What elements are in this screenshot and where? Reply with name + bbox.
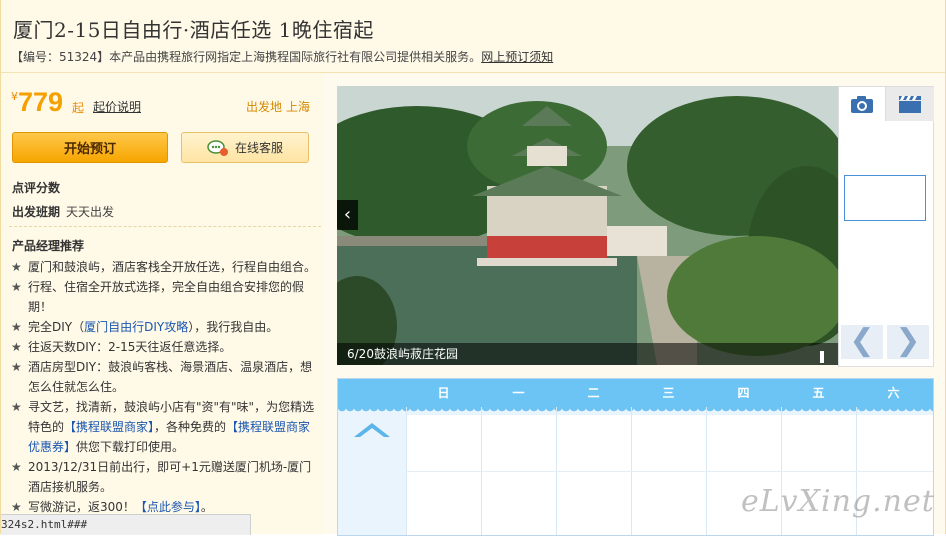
photo-prev-button[interactable]: ‹ bbox=[337, 200, 358, 230]
tab-photos[interactable] bbox=[839, 87, 885, 121]
list-item: ★ 行程、住宿全开放式选择，完全自由组合安排您的假期！ bbox=[11, 277, 317, 317]
weekday-tue: 二 bbox=[587, 386, 600, 400]
recommendation-text: 2013/12/31日前出行，即可+1元赠送厦门机场-厦门酒店接机服务。 bbox=[28, 460, 312, 494]
weekday-sat: 六 bbox=[887, 386, 900, 400]
tab-videos[interactable] bbox=[885, 87, 934, 121]
list-item: ★ 寻文艺，找清新，鼓浪屿小店有"资"有"味"，为您精选特色的【携程联盟商家】，各… bbox=[11, 397, 317, 457]
start-booking-button[interactable]: 开始预订 bbox=[12, 132, 168, 163]
online-service-label: 在线客服 bbox=[234, 141, 283, 155]
main-photo[interactable]: ‹ 6/20鼓浪屿菽庄花园 bbox=[337, 86, 838, 365]
recommendation-text: 行程、住宿全开放式选择，完全自由组合安排您的假期！ bbox=[28, 280, 305, 314]
rating-row: 点评分数 bbox=[12, 179, 60, 196]
star-icon: ★ bbox=[11, 340, 22, 354]
departure-period-row: 出发班期 天天出发 bbox=[12, 203, 114, 220]
page-title: 厦门2-15日自由行·酒店任选 1晚住宿起 bbox=[13, 18, 374, 42]
weekday-wed: 三 bbox=[662, 386, 675, 400]
calendar-row-line bbox=[406, 471, 933, 472]
departure-label: 出发地 bbox=[246, 100, 283, 114]
online-service-button[interactable]: 在线客服 bbox=[181, 132, 309, 163]
list-item: ★ 完全DIY（厦门自由行DIY攻略），我行我自由。 bbox=[11, 317, 317, 337]
rating-label: 点评分数 bbox=[12, 181, 61, 195]
weekday-sun: 日 bbox=[437, 386, 450, 400]
recommendation-text: 写微游记，返300！ bbox=[28, 500, 135, 514]
star-icon: ★ bbox=[11, 360, 22, 374]
page-frame: 厦门2-15日自由行·酒店任选 1晚住宿起 【编号：51324】本产品由携程旅行… bbox=[0, 0, 946, 536]
departure-city: 出发地 上海 bbox=[242, 98, 310, 115]
thumbnail-next-button[interactable]: ❯ bbox=[887, 325, 929, 359]
diy-guide-link[interactable]: 厦门自由行DIY攻略 bbox=[84, 320, 188, 334]
garden-pavilion-photo bbox=[337, 86, 838, 365]
list-item: ★ 酒店房型DIY：鼓浪屿客栈、海景酒店、温泉酒店，想怎么住就怎么住。 bbox=[11, 357, 317, 397]
booking-notice-link[interactable]: 网上预订须知 bbox=[481, 50, 553, 64]
star-icon: ★ bbox=[11, 260, 22, 274]
recommendation-text: 往返天数DIY：2-15天往返任意选择。 bbox=[28, 340, 232, 354]
price-suffix: 起 bbox=[72, 101, 85, 115]
site-watermark: eLvXing.net bbox=[741, 484, 935, 519]
recommendation-text: 酒店房型DIY：鼓浪屿客栈、海景酒店、温泉酒店，想怎么住就怎么住。 bbox=[28, 360, 313, 394]
price-explain-link[interactable]: 起价说明 bbox=[93, 98, 141, 115]
recommendation-text: ，各种免费的 bbox=[154, 420, 227, 434]
recommendation-list: ★ 厦门和鼓浪屿，酒店客栈全开放任选，行程自由组合。 ★ 行程、住宿全开放式选择，完… bbox=[11, 257, 317, 517]
calendar-header-scallop bbox=[338, 407, 933, 415]
weekday-mon: 一 bbox=[512, 386, 525, 400]
product-info-panel: ¥ 779 起 起价说明 出发地 上海 开始预订 在线客服 点评分数 出发班期 天天… bbox=[1, 73, 323, 534]
chevron-up-icon[interactable] bbox=[352, 419, 392, 439]
video-clapper-icon bbox=[899, 96, 921, 113]
product-subtitle: 【编号：51324】本产品由携程旅行网指定上海携程国际旅行社有限公司提供相关服务… bbox=[11, 48, 553, 65]
section-divider bbox=[9, 226, 321, 227]
product-code-text: 【编号：51324】本产品由携程旅行网指定上海携程国际旅行社有限公司提供相关服务… bbox=[11, 50, 482, 64]
weekday-thu: 四 bbox=[737, 386, 750, 400]
list-item: ★ 往返天数DIY：2-15天往返任意选择。 bbox=[11, 337, 317, 357]
recommendation-text: 完全DIY（ bbox=[28, 320, 85, 334]
camera-icon bbox=[851, 96, 873, 113]
star-icon: ★ bbox=[11, 280, 22, 294]
travelogue-participate-link[interactable]: 【点此参与】 bbox=[135, 500, 201, 514]
recommendation-text: 厦门和鼓浪屿，酒店客栈全开放任选，行程自由组合。 bbox=[28, 260, 317, 274]
photo-caption-bar: 6/20鼓浪屿菽庄花园 bbox=[337, 343, 838, 365]
price-amount: 779 bbox=[18, 87, 64, 117]
manager-recommend-title: 产品经理推荐 bbox=[12, 239, 85, 253]
recommendation-text: 供您下载打印使用。 bbox=[76, 440, 185, 454]
list-item: ★ 厦门和鼓浪屿，酒店客栈全开放任选，行程自由组合。 bbox=[11, 257, 317, 277]
star-icon: ★ bbox=[11, 460, 22, 474]
list-item: ★ 2013/12/31日前出行，即可+1元赠送厦门机场-厦门酒店接机服务。 bbox=[11, 457, 317, 497]
pause-icon[interactable] bbox=[820, 348, 832, 363]
recommendation-text: ），我行我自由。 bbox=[188, 320, 279, 334]
period-label: 出发班期 bbox=[12, 205, 61, 219]
star-icon: ★ bbox=[11, 320, 22, 334]
thumbnail-prev-button[interactable]: ❮ bbox=[841, 325, 883, 359]
gallery-sidebar: ❮ ❯ bbox=[838, 86, 934, 367]
departure-value: 上海 bbox=[286, 100, 311, 114]
star-icon: ★ bbox=[11, 400, 22, 414]
weekday-fri: 五 bbox=[812, 386, 825, 400]
recommendation-text: 。 bbox=[200, 500, 213, 514]
browser-status-bar: 324s2.html### bbox=[1, 514, 251, 535]
partner-merchant-link[interactable]: 【携程联盟商家】 bbox=[64, 420, 154, 434]
product-header: 厦门2-15日自由行·酒店任选 1晚住宿起 【编号：51324】本产品由携程旅行… bbox=[1, 0, 945, 73]
calendar-header: 日 一 二 三 四 五 六 bbox=[338, 379, 933, 407]
currency-symbol: ¥ bbox=[11, 90, 18, 103]
photo-caption: 6/20鼓浪屿菽庄花园 bbox=[347, 347, 458, 361]
thumbnail-selected[interactable] bbox=[844, 175, 926, 221]
chat-support-icon bbox=[207, 139, 228, 156]
period-value: 天天出发 bbox=[66, 205, 115, 219]
